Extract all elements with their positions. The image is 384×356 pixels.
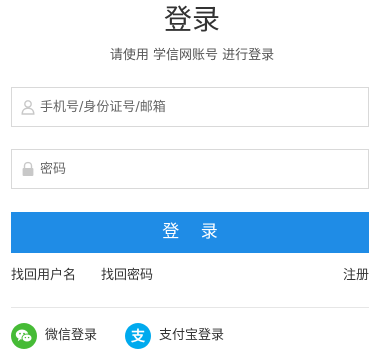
wechat-icon [11, 323, 37, 349]
register-link[interactable]: 注册 [343, 266, 369, 286]
password-field[interactable] [11, 149, 369, 189]
alipay-login-button[interactable]: 支 支付宝登录 [125, 323, 224, 349]
username-field[interactable] [11, 87, 369, 127]
user-icon [21, 100, 35, 115]
alipay-icon: 支 [125, 323, 151, 349]
password-input[interactable] [40, 150, 360, 188]
alipay-login-label: 支付宝登录 [159, 328, 225, 343]
alipay-glyph: 支 [130, 328, 146, 345]
page-subtitle: 请使用 学信网账号 进行登录 [109, 48, 275, 63]
username-input[interactable] [40, 88, 360, 126]
divider [11, 307, 369, 308]
wechat-login-button[interactable]: 微信登录 [11, 323, 97, 349]
find-password-link[interactable]: 找回密码 [101, 266, 153, 286]
page-title: 登录 [163, 3, 220, 36]
find-username-link[interactable]: 找回用户名 [11, 266, 76, 286]
wechat-login-label: 微信登录 [45, 328, 98, 343]
lock-icon [22, 161, 34, 176]
login-button[interactable]: 登 录 [11, 212, 369, 253]
